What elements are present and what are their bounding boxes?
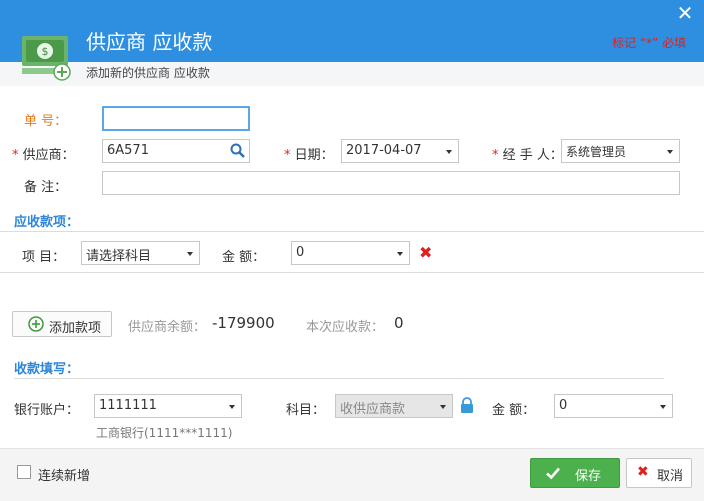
handler-label: * 经 手 人： <box>492 148 563 163</box>
subject-label: 科目： <box>286 403 326 418</box>
payment-amount-label: 金 额： <box>492 403 536 418</box>
delete-icon[interactable]: ✖ <box>419 243 432 262</box>
svg-text:$: $ <box>42 45 49 58</box>
supplier-input[interactable]: 6A571 <box>102 139 250 163</box>
current-receivable-value: 0 <box>394 314 404 332</box>
remark-input[interactable] <box>102 171 680 195</box>
close-icon: ✖ <box>637 464 649 480</box>
cancel-button[interactable]: ✖ 取消 <box>626 458 692 488</box>
handler-select[interactable]: 系统管理员 <box>561 139 680 163</box>
required-note: 标记 “*” 必填 <box>612 36 687 50</box>
handler-value: 系统管理员 <box>566 145 627 159</box>
payment-amount-input[interactable]: 0 <box>554 394 673 418</box>
divider <box>14 378 664 379</box>
check-icon <box>546 467 560 480</box>
item-value: 请选择科目 <box>86 249 152 264</box>
subject-value: 收供应商款 <box>340 402 406 417</box>
date-picker[interactable]: 2017-04-07 <box>341 139 459 163</box>
bank-account-hint: 工商银行(1111***1111) <box>96 426 233 440</box>
chevron-down-icon <box>229 405 235 409</box>
receivable-section-title: 应收款项： <box>14 215 80 230</box>
plus-circle-icon <box>28 316 44 332</box>
divider <box>0 231 704 232</box>
dialog-title: 供应商 应收款 <box>86 30 213 54</box>
continuous-add-label: 连续新增 <box>38 469 91 484</box>
balance-label: 供应商余额： <box>128 320 207 335</box>
date-value: 2017-04-07 <box>346 143 422 158</box>
current-receivable-label: 本次应收款： <box>306 320 385 335</box>
bank-account-value: 1111111 <box>99 398 157 413</box>
cancel-label: 取消 <box>657 469 684 484</box>
chevron-down-icon <box>660 405 666 409</box>
dialog-subtitle: 添加新的供应商 应收款 <box>86 66 210 80</box>
chevron-down-icon <box>446 150 452 154</box>
continuous-add-checkbox[interactable] <box>17 465 31 479</box>
order-no-label: 单 号： <box>24 114 68 129</box>
payment-section-title: 收款填写： <box>14 362 80 377</box>
payment-amount-value: 0 <box>559 398 568 413</box>
item-select[interactable]: 请选择科目 <box>81 241 200 265</box>
chevron-down-icon <box>397 252 403 256</box>
bank-account-select[interactable]: 1111111 <box>94 394 242 418</box>
supplier-label: * 供应商： <box>12 148 75 163</box>
supplier-value: 6A571 <box>107 143 149 158</box>
close-icon[interactable]: ✕ <box>674 2 696 24</box>
subject-select: 收供应商款 <box>335 394 453 418</box>
chevron-down-icon <box>187 252 193 256</box>
balance-value: -179900 <box>212 314 275 332</box>
remark-label: 备 注： <box>24 180 68 195</box>
bank-account-label: 银行账户： <box>14 403 80 418</box>
amount-value: 0 <box>296 245 305 260</box>
item-label: 项 目： <box>22 250 66 265</box>
amount-label: 金 额： <box>222 250 266 265</box>
save-label: 保存 <box>575 469 602 484</box>
chevron-down-icon <box>440 405 446 409</box>
chevron-down-icon <box>667 150 673 154</box>
search-icon[interactable] <box>230 143 245 158</box>
date-label: * 日期： <box>284 148 334 163</box>
amount-input[interactable]: 0 <box>291 241 410 265</box>
save-button[interactable]: 保存 <box>530 458 620 488</box>
add-item-label: 添加款项 <box>49 321 102 336</box>
divider <box>0 272 704 273</box>
add-item-button[interactable]: 添加款项 <box>12 311 112 337</box>
order-no-input[interactable] <box>102 106 250 131</box>
money-add-icon: $ <box>22 36 71 81</box>
lock-icon[interactable] <box>460 397 474 413</box>
